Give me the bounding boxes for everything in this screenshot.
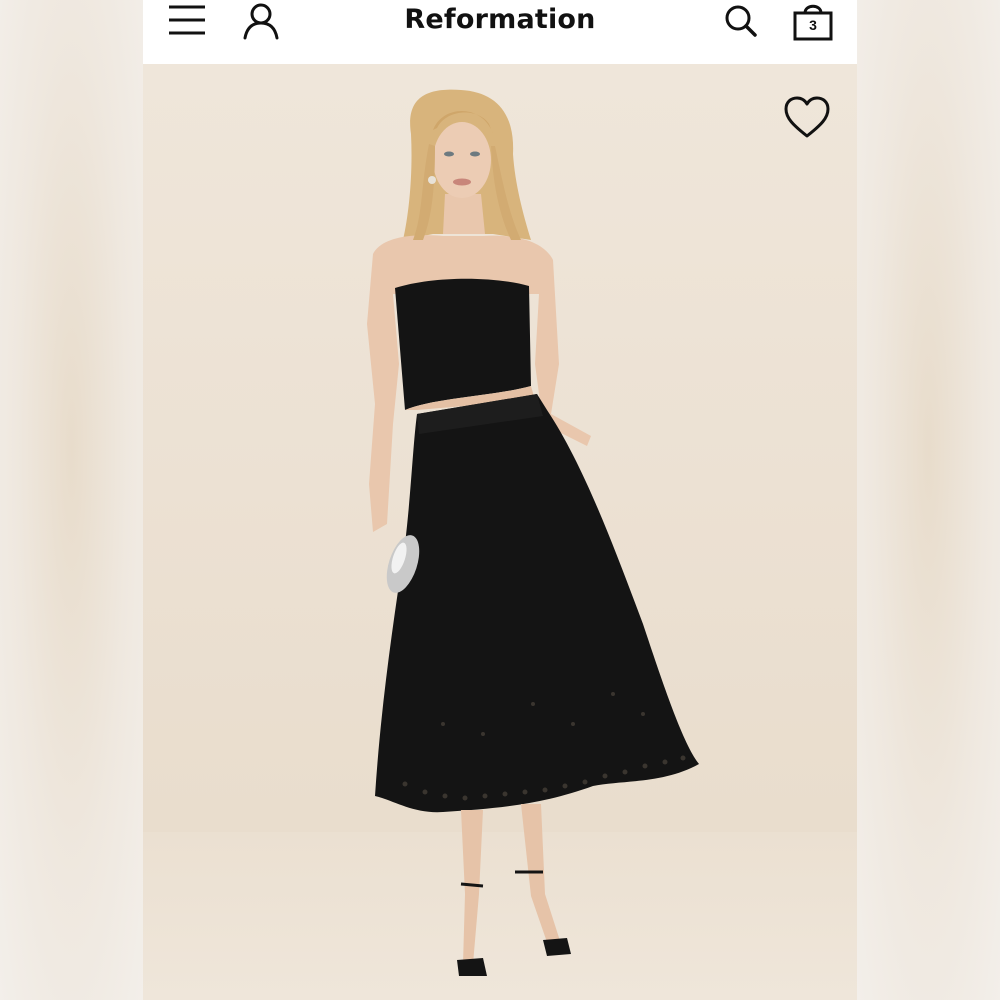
product-image[interactable] [143,64,857,1000]
user-account-icon[interactable] [241,2,281,42]
shopping-bag-button[interactable]: 3 [791,0,835,44]
model-wearing-outfit [367,89,699,976]
search-icon[interactable] [721,2,761,42]
app-screen: Reformation 3 [143,0,857,1000]
top-navigation-bar: Reformation 3 [143,0,857,64]
bag-count-badge: 3 [809,17,817,33]
wishlist-heart-icon[interactable] [783,96,831,140]
backdrop-right [857,0,1000,1000]
hamburger-menu-icon[interactable] [167,2,207,42]
brand-logo[interactable]: Reformation [343,4,657,35]
backdrop-left [0,0,143,1000]
